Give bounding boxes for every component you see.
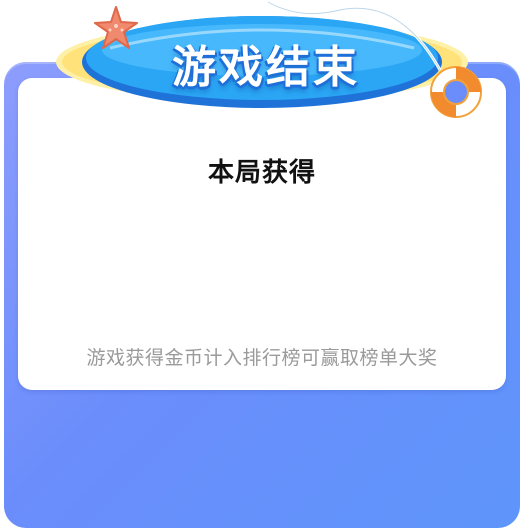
life-ring-icon: [430, 66, 482, 118]
leaderboard-hint: 游戏获得金币计入排行榜可赢取榜单大奖: [86, 347, 438, 369]
banner-title: 游戏结束: [172, 42, 360, 93]
reward-title: 本局获得: [207, 158, 316, 188]
game-over-dialog: 游戏结束 本局获得 游戏获得金币计入排行榜可赢取榜单大奖: [0, 0, 524, 532]
